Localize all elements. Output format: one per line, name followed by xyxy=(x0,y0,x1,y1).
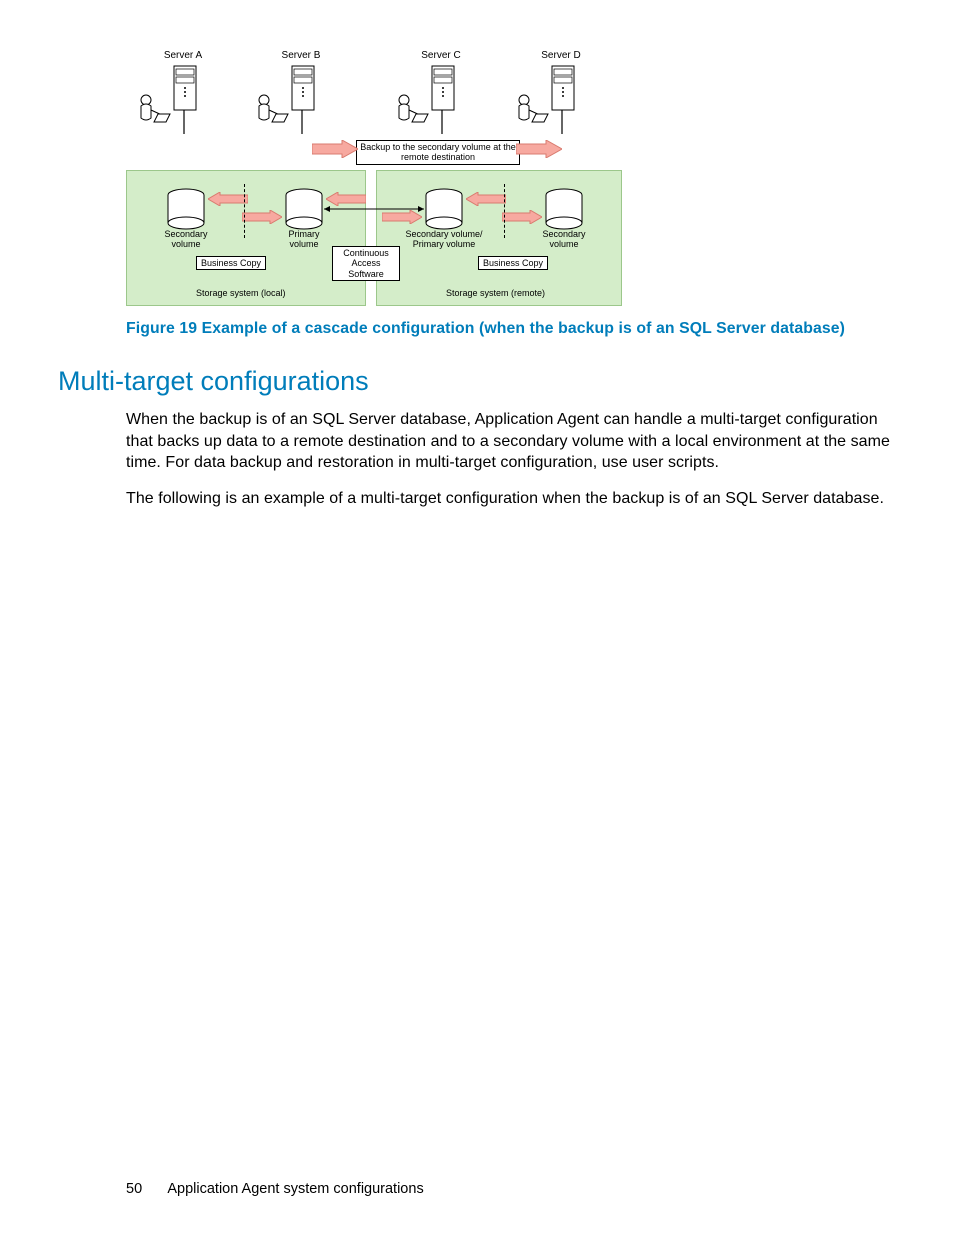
section-heading: Multi-target configurations xyxy=(58,366,896,397)
server-a-icon xyxy=(136,64,208,139)
cascade-diagram: Server A Server B Server C Server D xyxy=(126,50,624,312)
volume-icon xyxy=(424,188,464,232)
server-c-label: Server C xyxy=(406,50,476,61)
flow-arrow-icon xyxy=(516,140,562,158)
storage-remote-label: Storage system (remote) xyxy=(446,288,545,298)
sec-primary-vol-label: Secondary volume/ Primary volume xyxy=(396,230,492,250)
business-copy-label-1: Business Copy xyxy=(196,256,266,270)
server-d-label: Server D xyxy=(526,50,596,61)
flow-arrow-icon xyxy=(312,140,358,158)
divider-line xyxy=(244,184,245,238)
server-d-icon xyxy=(514,64,586,139)
server-b-icon xyxy=(254,64,326,139)
secondary-vol-label: Secondary volume xyxy=(156,230,216,250)
figure-container: Server A Server B Server C Server D xyxy=(126,50,896,312)
page-number: 50 xyxy=(126,1181,142,1197)
volume-icon xyxy=(166,188,206,232)
footer-title: Application Agent system configurations xyxy=(167,1181,423,1197)
server-c-icon xyxy=(394,64,466,139)
volume-icon xyxy=(284,188,324,232)
sync-arrow-icon xyxy=(208,192,248,206)
sync-arrow-icon xyxy=(466,192,506,206)
page-footer: 50 Application Agent system configuratio… xyxy=(126,1181,424,1197)
server-a-label: Server A xyxy=(148,50,218,61)
secondary2-vol-label: Secondary volume xyxy=(536,230,592,250)
paragraph-2: The following is an example of a multi-t… xyxy=(126,488,896,510)
backup-note: Backup to the secondary volume at the re… xyxy=(356,140,520,165)
primary-vol-label: Primary volume xyxy=(276,230,332,250)
volume-icon xyxy=(544,188,584,232)
sync-arrow-icon xyxy=(326,192,366,206)
divider-line xyxy=(504,184,505,238)
paragraph-1: When the backup is of an SQL Server data… xyxy=(126,409,896,474)
connector-line xyxy=(324,206,424,212)
business-copy-label-2: Business Copy xyxy=(478,256,548,270)
sync-arrow-icon xyxy=(502,210,542,224)
figure-caption: Figure 19 Example of a cascade configura… xyxy=(126,320,896,338)
server-b-label: Server B xyxy=(266,50,336,61)
storage-local-label: Storage system (local) xyxy=(196,288,286,298)
sync-arrow-icon xyxy=(382,210,422,224)
sync-arrow-icon xyxy=(242,210,282,224)
continuous-access-label: Continuous Access Software xyxy=(332,246,400,281)
